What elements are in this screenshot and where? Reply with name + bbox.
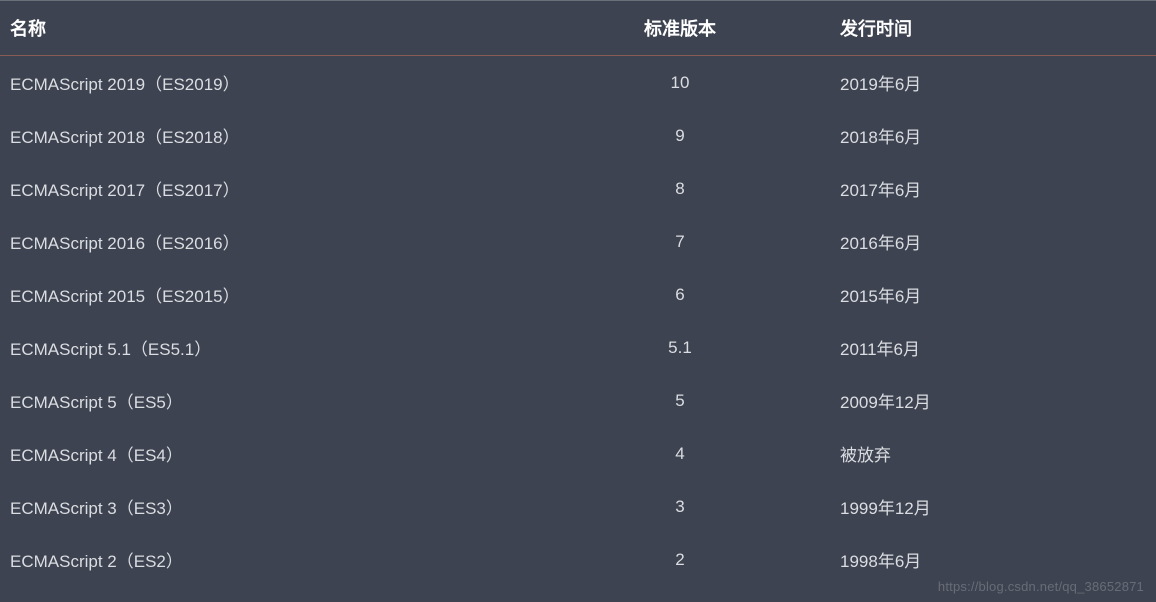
cell-date: 1997年6月 xyxy=(830,586,1156,602)
cell-name: ECMAScript 2019（ES2019） xyxy=(0,56,530,110)
table-row: ECMAScript 2（ES2） 2 1998年6月 xyxy=(0,533,1156,586)
cell-version: 10 xyxy=(530,56,830,110)
table-body: ECMAScript 2019（ES2019） 10 2019年6月 ECMAS… xyxy=(0,56,1156,602)
header-version: 标准版本 xyxy=(530,1,830,56)
cell-version: 5.1 xyxy=(530,321,830,374)
table-header-row: 名称 标准版本 发行时间 xyxy=(0,1,1156,56)
table-row: ECMAScript 2016（ES2016） 7 2016年6月 xyxy=(0,215,1156,268)
cell-name: ECMAScript 2016（ES2016） xyxy=(0,215,530,268)
table-row: ECMAScript 2018（ES2018） 9 2018年6月 xyxy=(0,109,1156,162)
cell-version: 3 xyxy=(530,480,830,533)
cell-version: 7 xyxy=(530,215,830,268)
table-row: ECMAScript 2017（ES2017） 8 2017年6月 xyxy=(0,162,1156,215)
cell-name: ECMAScript 2017（ES2017） xyxy=(0,162,530,215)
cell-version: 5 xyxy=(530,374,830,427)
cell-date: 2018年6月 xyxy=(830,109,1156,162)
cell-version: 1 xyxy=(530,586,830,602)
table-row: ECMAScript 2015（ES2015） 6 2015年6月 xyxy=(0,268,1156,321)
cell-name: ECMAScript 5.1（ES5.1） xyxy=(0,321,530,374)
cell-date: 2016年6月 xyxy=(830,215,1156,268)
cell-version: 2 xyxy=(530,533,830,586)
cell-name: ECMAScript 3（ES3） xyxy=(0,480,530,533)
cell-date: 2009年12月 xyxy=(830,374,1156,427)
cell-name: ECMAScript 1（ES1） xyxy=(0,586,530,602)
cell-name: ECMAScript 2（ES2） xyxy=(0,533,530,586)
cell-date: 1998年6月 xyxy=(830,533,1156,586)
table-row: ECMAScript 2019（ES2019） 10 2019年6月 xyxy=(0,56,1156,110)
cell-date: 2019年6月 xyxy=(830,56,1156,110)
table-row: ECMAScript 5.1（ES5.1） 5.1 2011年6月 xyxy=(0,321,1156,374)
cell-date: 2015年6月 xyxy=(830,268,1156,321)
cell-date: 2011年6月 xyxy=(830,321,1156,374)
cell-version: 9 xyxy=(530,109,830,162)
header-name: 名称 xyxy=(0,1,530,56)
header-date: 发行时间 xyxy=(830,1,1156,56)
table-row: ECMAScript 4（ES4） 4 被放弃 xyxy=(0,427,1156,480)
ecmascript-versions-table: 名称 标准版本 发行时间 ECMAScript 2019（ES2019） 10 … xyxy=(0,0,1156,602)
cell-date: 2017年6月 xyxy=(830,162,1156,215)
cell-name: ECMAScript 5（ES5） xyxy=(0,374,530,427)
cell-version: 8 xyxy=(530,162,830,215)
table-row: ECMAScript 3（ES3） 3 1999年12月 xyxy=(0,480,1156,533)
cell-version: 4 xyxy=(530,427,830,480)
cell-name: ECMAScript 2018（ES2018） xyxy=(0,109,530,162)
cell-name: ECMAScript 4（ES4） xyxy=(0,427,530,480)
cell-version: 6 xyxy=(530,268,830,321)
cell-name: ECMAScript 2015（ES2015） xyxy=(0,268,530,321)
table-row: ECMAScript 1（ES1） 1 1997年6月 xyxy=(0,586,1156,602)
table-row: ECMAScript 5（ES5） 5 2009年12月 xyxy=(0,374,1156,427)
cell-date: 被放弃 xyxy=(830,427,1156,480)
cell-date: 1999年12月 xyxy=(830,480,1156,533)
